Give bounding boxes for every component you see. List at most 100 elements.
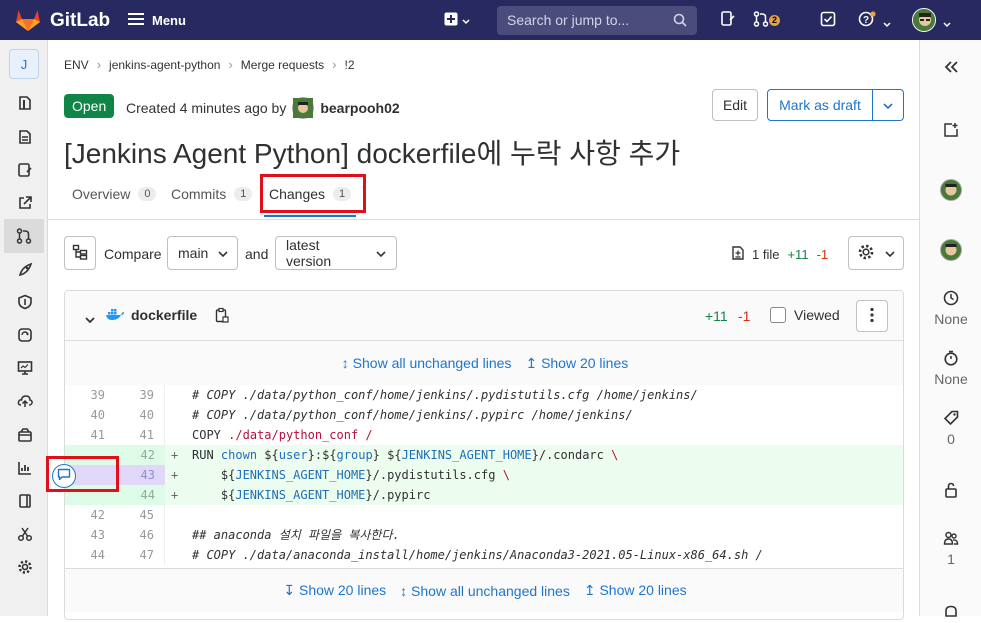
new-line-number[interactable]: 39 [115, 385, 165, 405]
show-20-lines-down-link[interactable]: ↧ Show 20 lines [283, 582, 386, 599]
new-line-number[interactable]: 47 [115, 545, 165, 565]
snippets-icon[interactable] [16, 525, 34, 543]
code-variable: JENKINS_AGENT_HOME [401, 448, 532, 462]
new-line-number[interactable]: 44 [115, 485, 165, 505]
diff-settings-dropdown[interactable] [848, 236, 904, 270]
expand-icon: ↕ [400, 582, 408, 599]
old-line-number[interactable]: 44 [65, 545, 115, 565]
show-20-lines-up-link[interactable]: ↥ Show 20 lines [584, 582, 687, 599]
show-all-unchanged-link[interactable]: ↕ Show all unchanged lines [342, 355, 512, 371]
label-icon[interactable] [920, 410, 981, 429]
old-line-number[interactable]: 40 [65, 405, 115, 425]
old-line-number[interactable]: 41 [65, 425, 115, 445]
deployments-icon[interactable] [16, 326, 34, 344]
participants-icon[interactable] [920, 530, 981, 549]
new-line-number[interactable]: 40 [115, 405, 165, 425]
package-icon[interactable] [16, 426, 34, 444]
code-text: # COPY ./data/anaconda_install/home/jenk… [192, 548, 763, 562]
mark-as-draft-button[interactable]: Mark as draft [767, 89, 873, 121]
code-text: ## anaconda 설치 파일을 복사한다. [192, 528, 400, 542]
breadcrumb-item[interactable]: jenkins-agent-python [109, 58, 220, 72]
merge-requests-icon[interactable] [753, 11, 769, 30]
show-20-lines-up-link[interactable]: ↥ Show 20 lines [525, 355, 628, 372]
new-line-number[interactable]: 43 [115, 465, 165, 485]
viewed-label[interactable]: Viewed [794, 307, 840, 323]
issues-icon[interactable] [16, 161, 34, 179]
file-diff: dockerfile +11 -1 Viewed ↕ Show all unch… [64, 290, 904, 620]
chevron-down-icon[interactable] [883, 15, 891, 31]
analytics-icon[interactable] [16, 459, 34, 477]
new-line-number[interactable]: 42 [115, 445, 165, 465]
breadcrumb-item[interactable]: !2 [345, 58, 355, 72]
bell-icon[interactable] [920, 604, 981, 623]
code-text: RUN chown ${user}:${group} ${JENKINS_AGE… [192, 445, 618, 465]
repository-icon[interactable] [16, 128, 34, 146]
expand-lines-top: ↕ Show all unchanged lines ↥ Show 20 lin… [65, 341, 903, 385]
search-input[interactable]: Search or jump to... [497, 6, 697, 35]
link-label: Show 20 lines [541, 354, 629, 371]
base-branch-dropdown[interactable]: main [167, 236, 238, 270]
timer-icon[interactable] [920, 350, 981, 369]
show-all-unchanged-link[interactable]: ↕ Show all unchanged lines [400, 583, 570, 599]
tab-commits[interactable]: Commits 1 [171, 186, 253, 202]
shield-icon[interactable] [16, 293, 34, 311]
monitor-icon[interactable] [16, 359, 34, 377]
collapse-sidebar-icon[interactable] [920, 60, 981, 77]
code-variable: group [336, 448, 373, 462]
project-avatar[interactable]: J [9, 49, 39, 79]
project-info-icon[interactable] [16, 94, 34, 112]
chevron-down-icon [218, 245, 228, 261]
code-text: ${JENKINS_AGENT_HOME}/.pydistutils.cfg \ [192, 465, 510, 485]
user-avatar[interactable] [912, 8, 936, 32]
assignee-avatar[interactable] [920, 179, 981, 204]
chevron-down-icon[interactable] [943, 15, 951, 31]
add-todo-icon[interactable] [920, 122, 981, 141]
file-name[interactable]: dockerfile [131, 307, 197, 323]
new-dropdown-button[interactable] [444, 12, 470, 29]
help-icon[interactable]: ? [858, 11, 880, 30]
merge-requests-icon[interactable] [4, 219, 44, 253]
file-options-button[interactable] [856, 300, 888, 332]
link-label: Show all unchanged lines [352, 355, 512, 371]
diff-stats: 1 file +11 -1 [732, 246, 828, 263]
breadcrumb-item[interactable]: Merge requests [241, 58, 324, 72]
diff-line: 43 46 ## anaconda 설치 파일을 복사한다. [65, 525, 903, 545]
brand-name[interactable]: GitLab [50, 10, 110, 32]
old-line-number[interactable]: 39 [65, 385, 115, 405]
new-line-number[interactable]: 46 [115, 525, 165, 545]
edit-button[interactable]: Edit [712, 89, 758, 121]
copy-icon[interactable] [215, 307, 229, 326]
tab-label: Overview [72, 186, 131, 202]
created-text: Created 4 minutes ago by [126, 100, 287, 116]
lock-open-icon[interactable] [920, 482, 981, 501]
menu-button[interactable]: Menu [128, 12, 186, 29]
code-fragment: }/.pydistutils.cfg [365, 468, 496, 482]
kebab-menu-icon [870, 307, 874, 326]
issues-icon[interactable] [720, 11, 736, 30]
clock-icon[interactable] [920, 290, 981, 309]
keyword: COPY [192, 428, 221, 442]
settings-gear-icon[interactable] [16, 558, 34, 576]
rocket-icon[interactable] [16, 261, 34, 279]
reviewer-avatar[interactable] [920, 239, 981, 264]
old-line-number[interactable]: 42 [65, 505, 115, 525]
draft-dropdown-toggle[interactable] [872, 89, 904, 121]
chevron-right-icon: › [96, 57, 102, 72]
author-name[interactable]: bearpooh02 [320, 100, 399, 116]
todo-icon[interactable] [820, 11, 836, 30]
file-tree-toggle[interactable] [64, 236, 96, 270]
gitlab-logo-icon[interactable] [15, 8, 41, 35]
new-line-number[interactable]: 45 [115, 505, 165, 525]
chevron-down-icon [883, 97, 893, 113]
old-line-number[interactable]: 43 [65, 525, 115, 545]
wiki-icon[interactable] [16, 492, 34, 510]
tab-overview[interactable]: Overview 0 [72, 186, 157, 202]
breadcrumb-item[interactable]: ENV [64, 58, 89, 72]
author-avatar[interactable] [292, 97, 315, 119]
new-line-number[interactable]: 41 [115, 425, 165, 445]
external-link-icon[interactable] [16, 194, 34, 212]
chevron-down-icon[interactable] [85, 311, 95, 327]
cloud-upload-icon[interactable] [16, 392, 34, 410]
viewed-checkbox[interactable] [770, 307, 786, 323]
version-dropdown[interactable]: latest version [275, 236, 397, 270]
